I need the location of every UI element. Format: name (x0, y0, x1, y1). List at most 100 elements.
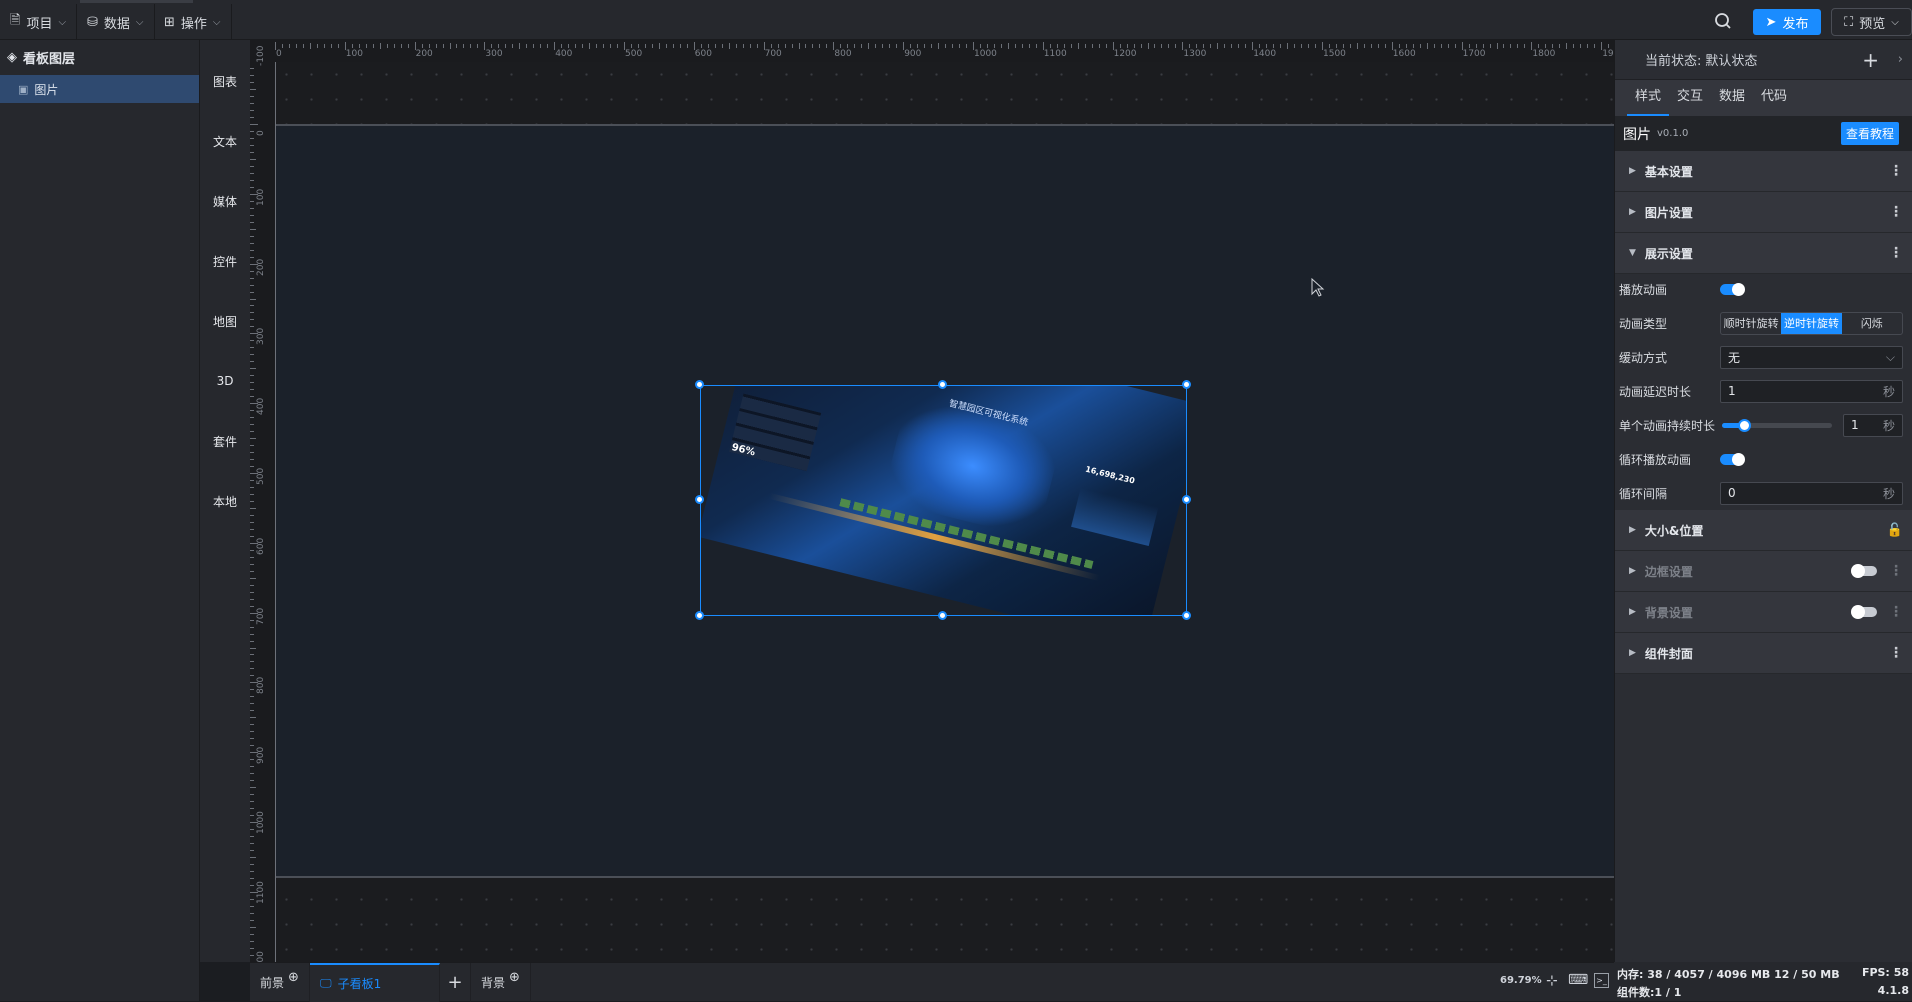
section-top-0[interactable]: ▶基本设置⋮ (1615, 151, 1912, 192)
tab-0[interactable]: 样式 (1627, 80, 1669, 116)
toolbox-item-widget[interactable]: 控件 (200, 220, 250, 280)
toolbox-item-puzzle[interactable]: 本地 (200, 460, 250, 520)
ruler-tick (380, 43, 381, 49)
ruler-tick (1329, 44, 1330, 48)
toolbox-item-cube[interactable]: 3D (200, 340, 250, 400)
add-board-button[interactable]: + (440, 963, 471, 1002)
toolbox-item-media[interactable]: 媒体 (200, 160, 250, 220)
animation-type-option[interactable]: 逆时针旋转 (1781, 313, 1841, 334)
add-state-icon[interactable]: + (1862, 48, 1879, 72)
tab-1[interactable]: 交互 (1669, 80, 1711, 116)
ruler-tick (910, 44, 911, 48)
ruler-tick (250, 599, 254, 600)
search-icon[interactable] (1712, 10, 1734, 32)
ruler-label: 1800 (1532, 49, 1555, 59)
toolbox-item-map[interactable]: 地图 (200, 280, 250, 340)
tab-background[interactable]: 背景⊕ (471, 963, 531, 1002)
ruler-tick (1259, 44, 1260, 48)
delay-input[interactable]: 1秒 (1720, 380, 1903, 403)
resize-handle[interactable] (938, 380, 947, 389)
interval-input[interactable]: 0秒 (1720, 482, 1903, 505)
ruler-tick (250, 654, 254, 655)
slider-thumb[interactable] (1738, 419, 1751, 432)
toolbox-item-text[interactable]: 文本 (200, 100, 250, 160)
preview-button[interactable]: ⛶预览⌵ (1831, 8, 1912, 36)
menu-operate[interactable]: ⊞操作⌵ (154, 4, 232, 40)
ruler-tick (250, 738, 254, 739)
section-bottom-1[interactable]: ▶边框设置⋮ (1615, 551, 1912, 592)
ruler-tick (250, 180, 254, 181)
ruler-tick (250, 780, 254, 781)
chevron-right-icon[interactable]: › (1898, 52, 1903, 67)
more-icon[interactable]: ⋮ (1889, 646, 1903, 660)
resize-handle[interactable] (695, 495, 704, 504)
ruler-tick (498, 44, 499, 48)
ruler-tick (250, 899, 254, 900)
ruler-tick (250, 941, 254, 942)
ruler-tick (250, 110, 254, 111)
ruler-tick (526, 44, 527, 48)
section-top-2[interactable]: ▼展示设置⋮ (1615, 233, 1912, 274)
ruler-tick (250, 250, 254, 251)
resize-handle[interactable] (695, 611, 704, 620)
resize-handle[interactable] (1182, 611, 1191, 620)
image-component[interactable]: 16,698,230 智慧园区可视化系统 96% (700, 385, 1187, 616)
ruler-tick (1071, 44, 1072, 48)
ruler-tick (1057, 44, 1058, 48)
section-toggle[interactable] (1853, 566, 1877, 576)
resize-handle[interactable] (938, 611, 947, 620)
play-animation-toggle[interactable] (1720, 284, 1744, 295)
ruler-tick (1413, 44, 1414, 48)
vertical-ruler[interactable]: -100010020030040050060070080090010001100… (250, 40, 274, 962)
tab-2[interactable]: 数据 (1711, 80, 1753, 116)
ruler-tick (1552, 44, 1553, 48)
section-top-1[interactable]: ▶图片设置⋮ (1615, 192, 1912, 233)
ruler-tick (429, 44, 430, 48)
resize-handle[interactable] (1182, 380, 1191, 389)
more-icon[interactable]: ⋮ (1889, 246, 1903, 260)
lock-icon[interactable]: 🔓 (1887, 523, 1903, 538)
resize-handle[interactable] (695, 380, 704, 389)
section-toggle[interactable] (1853, 607, 1877, 617)
loop-animation-toggle[interactable] (1720, 454, 1744, 465)
ruler-tick (1608, 44, 1609, 48)
more-icon[interactable]: ⋮ (1889, 205, 1903, 219)
ruler-tick (561, 44, 562, 48)
toolbox-item-chart[interactable]: 图表 (200, 40, 250, 100)
section-bottom-2[interactable]: ▶背景设置⋮ (1615, 592, 1912, 633)
animation-type-option[interactable]: 闪烁 (1842, 313, 1902, 334)
ruler-tick (250, 703, 254, 704)
ruler-tick (456, 44, 457, 48)
more-icon[interactable]: ⋮ (1889, 605, 1903, 619)
fit-screen-icon[interactable]: ⊹ (1546, 973, 1558, 989)
state-value[interactable]: 默认状态 (1705, 50, 1757, 69)
ruler-tick (250, 438, 256, 439)
tutorial-button[interactable]: 查看教程 (1841, 122, 1899, 145)
keyboard-icon[interactable]: ⌨ (1568, 972, 1588, 988)
ruler-tick (924, 44, 925, 48)
more-icon[interactable]: ⋮ (1889, 564, 1903, 578)
add-circle-icon[interactable]: ⊕ (509, 970, 520, 985)
menu-project[interactable]: 🗎项目⌵ (0, 4, 77, 40)
section-bottom-0[interactable]: ▶大小&位置🔓 (1615, 510, 1912, 551)
menu-data[interactable]: ⛁数据⌵ (77, 4, 155, 40)
add-circle-icon[interactable]: ⊕ (288, 970, 299, 985)
section-bottom-3[interactable]: ▶组件封面⋮ (1615, 633, 1912, 674)
publish-button[interactable]: ➤发布 (1753, 9, 1821, 35)
easing-select[interactable]: 无⌵ (1720, 346, 1903, 369)
duration-input[interactable]: 1秒 (1843, 414, 1903, 437)
horizontal-ruler[interactable]: 0100200300400500600700800900100011001200… (250, 40, 1614, 62)
tab-sub-board[interactable]: 🖵子看板1 (310, 963, 440, 1002)
tab-foreground[interactable]: 前景⊕ (250, 963, 310, 1002)
terminal-icon[interactable]: >_ (1594, 973, 1609, 988)
ruler-tick (250, 871, 254, 872)
animation-type-option[interactable]: 顺时针旋转 (1721, 313, 1781, 334)
ruler-tick (250, 299, 256, 300)
more-icon[interactable]: ⋮ (1889, 164, 1903, 178)
tab-3[interactable]: 代码 (1753, 80, 1795, 116)
duration-slider[interactable] (1722, 423, 1832, 428)
resize-handle[interactable] (1182, 495, 1191, 504)
toolbox-item-shirt[interactable]: 套件 (200, 400, 250, 460)
layer-item-image[interactable]: ▣图片 (0, 75, 199, 103)
ruler-tick (1224, 44, 1225, 48)
